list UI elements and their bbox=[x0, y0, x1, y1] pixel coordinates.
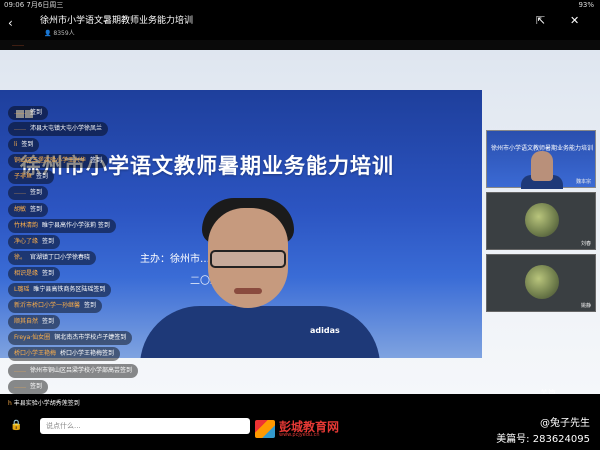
chat-item: …… 徐州市铜山区吕梁学校小学部高芸签到 bbox=[8, 363, 208, 378]
chat-message: 签到 bbox=[84, 302, 97, 310]
chat-message: 桥口小学王艳梅签到 bbox=[60, 350, 115, 358]
person-icon: 👤 bbox=[44, 30, 52, 37]
chat-name: 顺其自然 bbox=[14, 318, 39, 326]
meipian-id: 美篇号: 283624095 bbox=[496, 434, 590, 445]
status-battery: 93% bbox=[578, 1, 594, 9]
chat-item: li 签到 bbox=[8, 138, 208, 153]
status-date: 7月6日周三 bbox=[26, 1, 64, 9]
chat-list: …… 签到…… 沛县大屯镇大屯小学徐凤兰 li 签到 铜山区三堡实验小学王兴华 签到 子非鱼签… bbox=[8, 106, 208, 394]
footer: h 丰县实验小学胡秀莲签到 🔒 说点什么... 彭城教育网 www.pcjyed… bbox=[0, 394, 600, 450]
chat-name: …… bbox=[14, 366, 26, 374]
chat-name: …… bbox=[14, 109, 26, 116]
chat-message: 铜北南杰市学校卢子婕签到 bbox=[54, 334, 127, 342]
chat-message: 签到 bbox=[90, 157, 103, 165]
back-arrow-icon[interactable]: ‹ bbox=[8, 16, 13, 30]
chat-message: 签到 bbox=[42, 237, 55, 245]
chat-item: 桥口小学王艳梅 桥口小学王艳梅签到 bbox=[8, 347, 208, 362]
chat-name: 铜山区三堡实验小学王兴华 bbox=[14, 157, 87, 165]
chat-item: 徐。 官湖镇丁口小学徐春晓 bbox=[8, 250, 208, 265]
chat-name: li bbox=[14, 141, 18, 149]
chat-name: L璐瑶 bbox=[14, 286, 30, 294]
live-stage: 徐州市小学语文教师暑期业务能力培训 主办：徐州市……院 二〇二二 adidas … bbox=[0, 50, 600, 394]
chat-item: …… 沛县大屯镇大屯小学徐凤兰 bbox=[8, 122, 208, 137]
avatar bbox=[525, 265, 559, 299]
chat-message: 官湖镇丁口小学徐春晓 bbox=[30, 253, 91, 261]
thumbnail-label: 魏本宗 bbox=[575, 179, 591, 185]
chat-name: …… bbox=[14, 382, 26, 390]
thumbnail-video-1[interactable]: 徐州市小学语文教师暑期业务能力培训 魏本宗 bbox=[486, 130, 596, 189]
chat-message: 签到 bbox=[30, 382, 43, 390]
chat-item: 胡敏 签到 bbox=[8, 202, 208, 217]
scrolling-banner: …… bbox=[0, 40, 600, 50]
chat-item: 新沂市桥口小学一孙继馨 签到 bbox=[8, 299, 208, 314]
chat-item: 子非鱼 签到 bbox=[8, 170, 208, 185]
chat-name: 新沂市桥口小学一孙继馨 bbox=[14, 302, 81, 310]
brand-logo: 彭城教育网 www.pcjyedu.cn bbox=[255, 418, 375, 440]
chat-message: 签到 bbox=[42, 318, 55, 326]
author-handle: @兔子先生 bbox=[540, 418, 590, 429]
chat-message: 签到 bbox=[30, 109, 43, 116]
chat-name: 相识是缘 bbox=[14, 269, 39, 277]
chat-item: …… 签到 bbox=[8, 379, 208, 394]
thumbnail-video-2[interactable]: 刘春 bbox=[486, 192, 596, 250]
chat-name: h bbox=[8, 400, 12, 407]
live-header: ‹ 徐州市小学语文暑期教师业务能力培训 👤 8359人 ⇱ ✕ bbox=[0, 10, 600, 44]
footer-chat-item: h 丰县实验小学胡秀莲签到 bbox=[8, 398, 80, 407]
chat-item: 顺其自然 签到 bbox=[8, 315, 208, 330]
chat-message: 睢宁县高作小学张莉 签到 bbox=[42, 221, 110, 229]
lock-icon[interactable]: 🔒 bbox=[10, 420, 22, 431]
chat-item: …… 签到 bbox=[8, 106, 208, 120]
thumbnail-person bbox=[531, 151, 553, 181]
chat-name: Freya·仙女圈 bbox=[14, 334, 51, 342]
chat-name: …… bbox=[14, 189, 26, 197]
chat-item: 相识是缘 签到 bbox=[8, 266, 208, 281]
chat-message: 签到 bbox=[30, 205, 43, 213]
chat-name: …… bbox=[14, 125, 26, 133]
live-title: 徐州市小学语文暑期教师业务能力培训 bbox=[40, 16, 194, 26]
chat-name: 子非鱼 bbox=[14, 173, 33, 181]
chat-name: 净心了缘 bbox=[14, 237, 39, 245]
chat-item: 铜山区三堡实验小学王兴华 签到 bbox=[8, 154, 208, 169]
chat-message: 丰县实验小学胡秀莲签到 bbox=[13, 400, 80, 407]
chat-message: 签到 bbox=[21, 141, 34, 149]
viewer-count-value: 8359人 bbox=[53, 30, 75, 37]
chat-message: 睢宁县高铁商务区陆瑶签到 bbox=[33, 286, 106, 294]
thumbnail-label: 刘春 bbox=[580, 241, 591, 247]
shirt-logo-icon: adidas bbox=[310, 326, 340, 335]
status-time: 09:06 bbox=[4, 1, 25, 9]
chat-message: 签到 bbox=[36, 173, 49, 181]
comment-input[interactable]: 说点什么... bbox=[40, 418, 250, 434]
close-icon[interactable]: ✕ bbox=[570, 14, 579, 27]
chat-message: 签到 bbox=[42, 269, 55, 277]
status-bar: 09:06 7月6日周三 93% bbox=[0, 0, 600, 10]
chat-name: 竹林清韵 bbox=[14, 221, 39, 229]
brand-url: www.pcjyedu.cn bbox=[279, 432, 320, 438]
chat-message: 沛县大屯镇大屯小学徐凤兰 bbox=[30, 125, 103, 133]
book-icon bbox=[255, 420, 275, 438]
chat-item: 竹林清韵 睢宁县高作小学张莉 签到 bbox=[8, 218, 208, 233]
chat-item: …… 签到 bbox=[8, 186, 208, 201]
chat-message: 签到 bbox=[30, 189, 43, 197]
share-icon[interactable]: ⇱ bbox=[536, 14, 545, 27]
chat-name: 桥口小学王艳梅 bbox=[14, 350, 57, 358]
chat-message: 徐州市铜山区吕梁学校小学部高芸签到 bbox=[30, 366, 133, 374]
chat-name: 胡敏 bbox=[14, 205, 27, 213]
chat-name: 徐。 bbox=[14, 253, 27, 261]
thumbnail-label: 姚静 bbox=[580, 303, 591, 309]
thumbnail-video-3[interactable]: 姚静 bbox=[486, 254, 596, 312]
chat-item: Freya·仙女圈 铜北南杰市学校卢子婕签到 bbox=[8, 331, 208, 346]
avatar bbox=[525, 203, 559, 237]
chat-item: L璐瑶 睢宁县高铁商务区陆瑶签到 bbox=[8, 283, 208, 298]
chat-item: 净心了缘 签到 bbox=[8, 234, 208, 249]
viewer-count: 👤 8359人 bbox=[44, 28, 75, 37]
